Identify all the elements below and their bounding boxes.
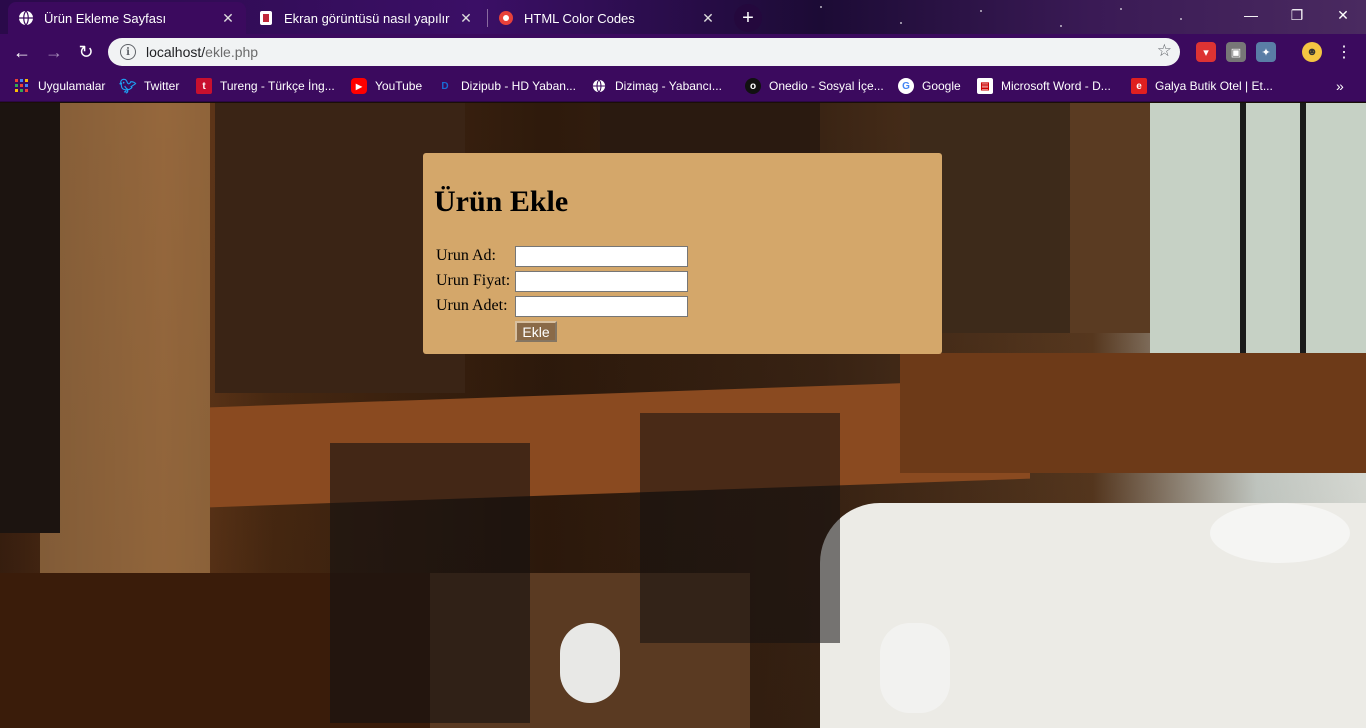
lock-extension-icon[interactable]: ▣ — [1226, 42, 1246, 62]
bookmarks-overflow-button[interactable]: » — [1336, 76, 1344, 96]
close-tab-icon[interactable]: ✕ — [700, 10, 716, 26]
product-price-input[interactable] — [515, 270, 688, 292]
minimize-button[interactable]: — — [1228, 0, 1274, 30]
tab-screenshot-guide[interactable]: Ekran görüntüsü nasıl yapılır - Ge ✕ — [248, 2, 484, 34]
back-button[interactable]: ← — [8, 38, 36, 66]
puzzle-extension-icon[interactable]: ✦ — [1256, 42, 1276, 62]
product-quantity-label: Urun Adet: — [436, 297, 508, 314]
address-bar[interactable]: i localhost/ekle.php ☆ — [108, 38, 1180, 66]
close-window-button[interactable]: ✕ — [1320, 0, 1366, 30]
page-viewport: Ürün Ekle Urun Ad: Urun Fiyat: Urun Adet… — [0, 103, 1366, 728]
maximize-button[interactable]: ❐ — [1274, 0, 1320, 30]
bookmark-tureng[interactable]: t Tureng - Türkçe İng... — [196, 76, 335, 96]
bookmark-label: Google — [922, 79, 961, 93]
bookmark-label: Microsoft Word - D... — [1001, 79, 1111, 93]
bookmark-galya[interactable]: e Galya Butik Otel | Et... — [1131, 76, 1273, 96]
product-form: Ürün Ekle Urun Ad: Urun Fiyat: Urun Adet… — [423, 153, 942, 354]
form-heading: Ürün Ekle — [434, 185, 569, 218]
product-quantity-input[interactable] — [515, 295, 688, 317]
profile-avatar[interactable]: ☻ — [1302, 42, 1322, 62]
bookmark-word[interactable]: ▤ Microsoft Word - D... — [977, 76, 1111, 96]
pocket-extension-icon[interactable]: ▾ — [1196, 42, 1216, 62]
tab-active[interactable]: Ürün Ekleme Sayfası ✕ — [8, 2, 246, 34]
product-price-row: Urun Fiyat: — [436, 270, 688, 292]
apps-grid-icon — [14, 78, 30, 94]
bookmark-dizipub[interactable]: D Dizipub - HD Yaban... — [437, 76, 576, 96]
onedio-icon: o — [745, 78, 761, 94]
menu-icon[interactable]: ⋮ — [1334, 42, 1354, 62]
bookmark-label: Dizimag - Yabancı... — [615, 79, 722, 93]
arrow-right-icon: → — [45, 41, 63, 62]
close-tab-icon[interactable]: ✕ — [458, 10, 474, 26]
product-quantity-row: Urun Adet: — [436, 295, 688, 317]
arrow-left-icon: ← — [13, 41, 31, 62]
reload-button[interactable]: ↻ — [72, 38, 100, 66]
globe-icon — [18, 10, 34, 26]
new-tab-button[interactable]: + — [734, 4, 762, 32]
globe-icon — [591, 78, 607, 94]
bookmark-twitter[interactable]: 🐦︎ Twitter — [119, 76, 180, 96]
url-host: localhost/ — [146, 44, 206, 60]
bookmark-label: Tureng - Türkçe İng... — [220, 79, 335, 93]
url-path: ekle.php — [205, 44, 259, 60]
document-icon: ▤ — [977, 78, 993, 94]
bookmark-label: Uygulamalar — [38, 79, 106, 93]
product-name-label: Urun Ad: — [436, 247, 496, 264]
info-icon[interactable]: i — [120, 44, 136, 60]
bookmark-google[interactable]: G Google — [898, 76, 961, 96]
reload-icon: ↻ — [78, 41, 94, 62]
tab-html-color-codes[interactable]: HTML Color Codes ✕ — [488, 2, 726, 34]
bookmark-star-icon[interactable]: ☆ — [1157, 41, 1172, 61]
tab-strip: Ürün Ekleme Sayfası ✕ Ekran görüntüsü na… — [0, 0, 1366, 34]
bookmark-label: Galya Butik Otel | Et... — [1155, 79, 1273, 93]
close-tab-icon[interactable]: ✕ — [220, 10, 236, 26]
product-name-input[interactable] — [515, 245, 688, 267]
tab-title: HTML Color Codes — [524, 10, 635, 26]
twitter-icon: 🐦︎ — [119, 77, 137, 94]
forward-button[interactable]: → — [40, 38, 68, 66]
youtube-icon: ▶ — [351, 78, 367, 94]
bookmark-apps[interactable]: Uygulamalar — [14, 76, 105, 96]
tab-title: Ürün Ekleme Sayfası — [44, 10, 167, 26]
google-icon: G — [898, 78, 914, 94]
product-name-row: Urun Ad: — [436, 245, 688, 267]
color-icon — [498, 10, 514, 26]
browser-toolbar: ← → ↻ i localhost/ekle.php ☆ ▾ ▣ ✦ ☻ ⋮ — [0, 34, 1366, 70]
bookmark-label: Dizipub - HD Yaban... — [461, 79, 576, 93]
galya-icon: e — [1131, 78, 1147, 94]
page-icon — [258, 10, 274, 26]
bookmark-onedio[interactable]: o Onedio - Sosyal İçe... — [745, 76, 884, 96]
bookmark-youtube[interactable]: ▶ YouTube — [351, 76, 422, 96]
product-price-label: Urun Fiyat: — [436, 272, 511, 289]
bookmark-label: YouTube — [375, 79, 423, 93]
add-product-button[interactable]: Ekle — [515, 321, 557, 342]
bookmark-dizimag[interactable]: Dizimag - Yabancı... — [591, 76, 722, 96]
tab-title: Ekran görüntüsü nasıl yapılır - Ge — [284, 10, 450, 26]
bookmark-label: Twitter — [144, 79, 180, 93]
dizipub-icon: D — [441, 80, 449, 92]
tureng-icon: t — [196, 78, 212, 94]
bookmark-label: Onedio - Sosyal İçe... — [769, 79, 884, 93]
bookmarks-bar: Uygulamalar 🐦︎ Twitter t Tureng - Türkçe… — [0, 70, 1366, 102]
